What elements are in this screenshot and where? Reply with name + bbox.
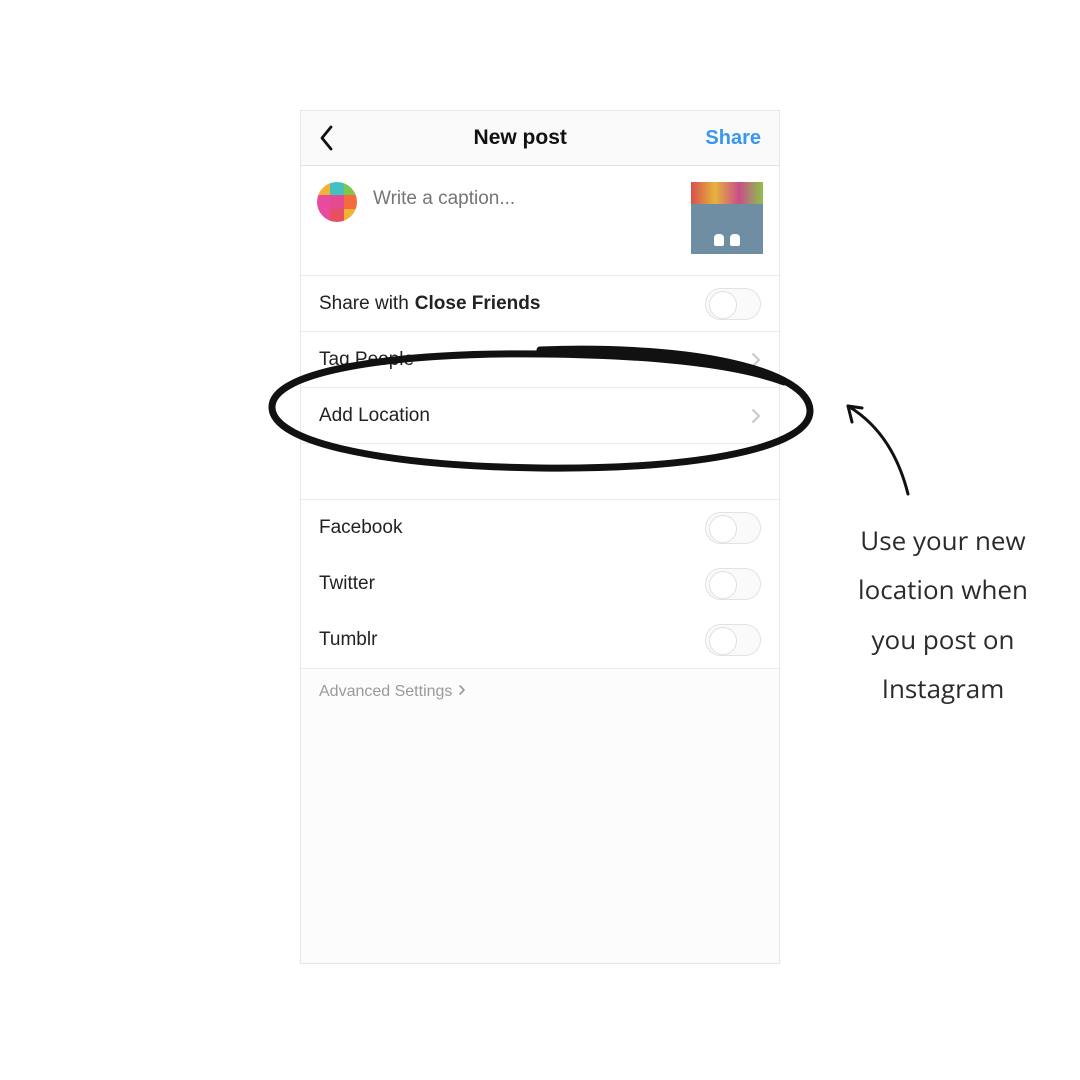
tumblr-label: Tumblr — [319, 629, 377, 651]
location-suggestions — [301, 444, 779, 500]
page-title: New post — [474, 126, 567, 150]
add-location-row[interactable]: Add Location — [301, 388, 779, 444]
advanced-settings-label: Advanced Settings — [319, 683, 452, 701]
share-button[interactable]: Share — [705, 127, 761, 150]
share-targets: Facebook Twitter Tumblr — [301, 500, 779, 669]
caption-row — [301, 166, 779, 276]
caption-input[interactable] — [373, 182, 675, 210]
annotation-note: Use your new location when you post on I… — [838, 516, 1048, 714]
share-twitter-row[interactable]: Twitter — [301, 556, 779, 612]
chevron-right-icon — [751, 352, 761, 368]
phone-frame: New post Share Share with Close Friends … — [300, 110, 780, 964]
add-location-label: Add Location — [319, 405, 430, 427]
twitter-label: Twitter — [319, 573, 375, 595]
share-close-friends-row[interactable]: Share with Close Friends — [301, 276, 779, 332]
tag-people-label: Tag People — [319, 349, 414, 371]
header-bar: New post Share — [301, 111, 779, 166]
post-thumbnail[interactable] — [691, 182, 763, 254]
facebook-toggle[interactable] — [705, 512, 761, 544]
tag-people-row[interactable]: Tag People — [301, 332, 779, 388]
chevron-right-icon — [751, 408, 761, 424]
share-tumblr-row[interactable]: Tumblr — [301, 612, 779, 668]
share-facebook-row[interactable]: Facebook — [301, 500, 779, 556]
chevron-right-icon — [458, 683, 466, 701]
close-friends-label: Close Friends — [415, 293, 541, 315]
close-friends-toggle[interactable] — [705, 288, 761, 320]
facebook-label: Facebook — [319, 517, 402, 539]
tumblr-toggle[interactable] — [705, 624, 761, 656]
twitter-toggle[interactable] — [705, 568, 761, 600]
share-with-label: Share with — [319, 293, 409, 315]
advanced-settings-link[interactable]: Advanced Settings — [301, 669, 779, 715]
avatar[interactable] — [317, 182, 357, 222]
annotation-arrow-icon — [838, 394, 918, 504]
back-icon[interactable] — [319, 125, 335, 151]
